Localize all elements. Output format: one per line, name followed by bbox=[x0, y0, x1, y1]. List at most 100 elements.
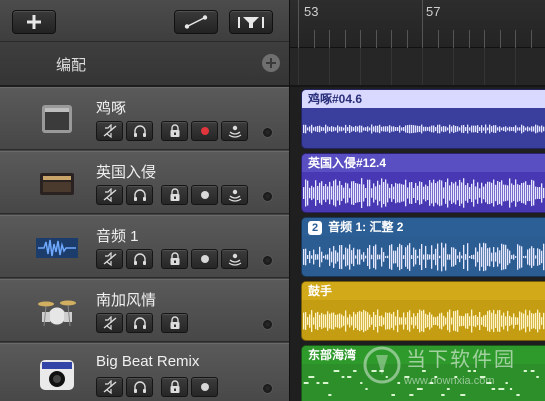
waveform-sample bbox=[361, 178, 363, 208]
track-header[interactable]: Big Beat Remix bbox=[0, 343, 289, 401]
solo-button[interactable] bbox=[126, 313, 153, 333]
add-track-button[interactable] bbox=[12, 10, 56, 34]
record-enable-button[interactable] bbox=[191, 377, 218, 397]
waveform-sample bbox=[499, 182, 501, 204]
mute-button[interactable] bbox=[96, 185, 123, 205]
midi-note bbox=[505, 382, 508, 384]
ruler-tick bbox=[515, 30, 516, 48]
track-instrument-icon[interactable] bbox=[34, 358, 80, 392]
track-header[interactable]: 英国入侵 bbox=[0, 151, 289, 214]
waveform-sample bbox=[431, 314, 433, 328]
region-header[interactable]: 鼓手 bbox=[302, 282, 545, 300]
track-region[interactable]: 东部海湾 bbox=[301, 345, 545, 401]
waveform-sample bbox=[457, 185, 459, 201]
track-instrument-icon[interactable] bbox=[34, 102, 80, 136]
bar-ruler[interactable]: 53 57 bbox=[290, 0, 545, 48]
solo-button[interactable] bbox=[126, 121, 153, 141]
freeze-lock-button[interactable] bbox=[161, 121, 188, 141]
waveform-sample bbox=[303, 187, 305, 199]
drum-kit-icon bbox=[38, 300, 76, 327]
waveform-sample bbox=[465, 127, 467, 132]
freeze-lock-button[interactable] bbox=[161, 377, 188, 397]
track-instrument-icon[interactable] bbox=[34, 294, 80, 328]
waveform-sample bbox=[333, 180, 335, 206]
waveform-sample bbox=[409, 182, 411, 204]
freeze-lock-button[interactable] bbox=[161, 313, 188, 333]
ruler-tick bbox=[375, 30, 377, 48]
region-header[interactable]: 鸡啄#04.6 bbox=[302, 90, 545, 108]
track-region[interactable]: 2 音频 1: 汇整 2 bbox=[301, 217, 545, 277]
track-name[interactable]: 英国入侵 bbox=[96, 161, 156, 182]
track-name[interactable]: 音频 1 bbox=[96, 225, 139, 246]
region-header[interactable]: 东部海湾 bbox=[302, 346, 545, 364]
waveform-sample bbox=[357, 183, 359, 203]
mute-button[interactable] bbox=[96, 121, 123, 141]
waveform-sample bbox=[473, 315, 475, 327]
track-header[interactable]: 鸡啄 bbox=[0, 87, 289, 150]
waveform-sample bbox=[527, 126, 529, 132]
record-enable-button[interactable] bbox=[191, 185, 218, 205]
track-name[interactable]: 鸡啄 bbox=[96, 97, 126, 118]
audio-waveform bbox=[303, 124, 545, 134]
track-instrument-icon[interactable] bbox=[34, 230, 80, 264]
arrange-label: 编配 bbox=[56, 57, 87, 74]
track-name[interactable]: 南加风情 bbox=[96, 289, 156, 310]
freeze-lock-button[interactable] bbox=[161, 185, 188, 205]
input-monitor-button[interactable] bbox=[221, 185, 248, 205]
waveform-sample bbox=[309, 126, 311, 132]
waveform-sample bbox=[519, 127, 521, 131]
region-header[interactable]: 2 音频 1: 汇整 2 bbox=[302, 218, 545, 236]
automation-button[interactable] bbox=[174, 10, 218, 34]
waveform-sample bbox=[485, 243, 487, 271]
waveform-sample bbox=[417, 255, 419, 259]
waveform-sample bbox=[491, 182, 493, 204]
waveform-sample bbox=[357, 312, 359, 330]
mute-button[interactable] bbox=[96, 313, 123, 333]
arrange-add-button[interactable] bbox=[262, 54, 280, 72]
audio-waveform bbox=[303, 178, 545, 208]
region-name: 东部海湾 bbox=[308, 348, 357, 362]
solo-button[interactable] bbox=[126, 249, 153, 269]
waveform-sample bbox=[479, 312, 481, 330]
waveform-sample bbox=[345, 247, 347, 267]
waveform-sample bbox=[359, 249, 361, 265]
waveform-sample bbox=[351, 126, 353, 132]
waveform-sample bbox=[433, 316, 435, 326]
headphones-icon bbox=[133, 253, 146, 265]
ruler-tick bbox=[313, 30, 315, 48]
track-region[interactable]: 鸡啄#04.6 bbox=[301, 89, 545, 149]
freeze-lock-button[interactable] bbox=[161, 249, 188, 269]
track-header[interactable]: 南加风情 bbox=[0, 279, 289, 342]
waveform-sample bbox=[383, 317, 385, 325]
waveform-sample bbox=[313, 187, 315, 199]
waveform-sample bbox=[415, 316, 417, 326]
lock-icon bbox=[170, 188, 179, 201]
midi-note bbox=[446, 388, 450, 390]
waveform-sample bbox=[501, 127, 503, 131]
input-monitor-button[interactable] bbox=[221, 121, 248, 141]
track-header[interactable]: 音频 1 bbox=[0, 215, 289, 278]
smart-controls-filter-button[interactable] bbox=[229, 10, 273, 34]
plus-circle-icon bbox=[266, 58, 276, 68]
record-enable-button[interactable] bbox=[191, 249, 218, 269]
waveform-sample bbox=[437, 316, 439, 326]
waveform-sample bbox=[339, 313, 341, 329]
track-instrument-icon[interactable] bbox=[34, 166, 80, 200]
waveform-sample bbox=[355, 183, 357, 203]
track-name[interactable]: Big Beat Remix bbox=[96, 353, 199, 370]
solo-button[interactable] bbox=[126, 185, 153, 205]
mute-button[interactable] bbox=[96, 377, 123, 397]
record-enable-button[interactable] bbox=[191, 121, 218, 141]
waveform-sample bbox=[497, 181, 499, 205]
waveform-sample bbox=[521, 124, 523, 134]
track-region[interactable]: 英国入侵#12.4 bbox=[301, 153, 545, 213]
region-header[interactable]: 英国入侵#12.4 bbox=[302, 154, 545, 172]
waveform-sample bbox=[433, 254, 435, 260]
track-region[interactable]: 鼓手 bbox=[301, 281, 545, 341]
mute-button[interactable] bbox=[96, 249, 123, 269]
waveform-sample bbox=[441, 312, 443, 330]
waveform-sample bbox=[385, 179, 387, 207]
solo-button[interactable] bbox=[126, 377, 153, 397]
input-monitor-button[interactable] bbox=[221, 249, 248, 269]
take-badge[interactable]: 2 bbox=[308, 221, 323, 235]
